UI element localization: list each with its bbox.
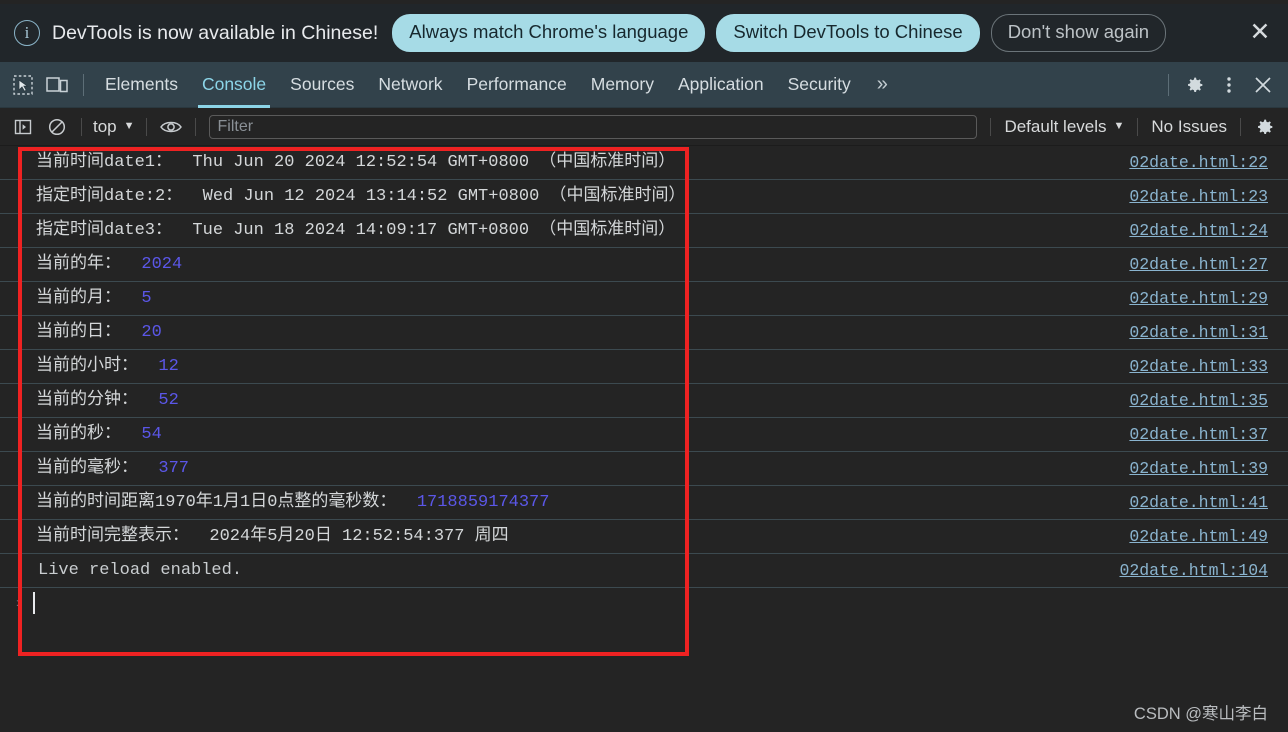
console-message-text: 当前的年： 2024 (36, 254, 183, 274)
console-message-text: 当前的小时： 12 (36, 356, 179, 376)
banner-close-icon[interactable]: ✕ (1246, 19, 1274, 47)
toolbar-divider-1 (81, 117, 82, 136)
always-match-chrome-language-button[interactable]: Always match Chrome's language (392, 13, 706, 53)
source-link[interactable]: 02date.html:27 (1129, 248, 1268, 282)
table-row[interactable]: 当前的日： 20 02date.html:31 (0, 316, 1288, 350)
tab-sources[interactable]: Sources (278, 62, 366, 108)
source-link[interactable]: 02date.html:24 (1129, 214, 1268, 248)
source-link[interactable]: 02date.html:23 (1129, 180, 1268, 214)
source-link[interactable]: 02date.html:37 (1129, 418, 1268, 452)
table-row[interactable]: 当前的时间距离1970年1月1日0点整的毫秒数： 1718859174377 0… (0, 486, 1288, 520)
chevron-down-icon: ▼ (123, 120, 135, 132)
console-prompt[interactable]: › (0, 588, 1288, 648)
console-message-text: 当前的毫秒： 377 (36, 458, 190, 478)
source-link[interactable]: 02date.html:104 (1119, 554, 1268, 588)
console-message-text: 当前时间完整表示： 2024年5月20日 12:52:54:377 周四 (36, 526, 509, 546)
toolbar-divider-4 (990, 117, 992, 136)
prompt-chevron-icon: › (14, 595, 24, 612)
toolbar-divider-6 (1240, 117, 1241, 136)
issues-counter[interactable]: No Issues (1145, 117, 1233, 137)
table-row[interactable]: 当前的秒： 54 02date.html:37 (0, 418, 1288, 452)
switch-devtools-to-chinese-button[interactable]: Switch DevTools to Chinese (716, 13, 980, 53)
source-link[interactable]: 02date.html:22 (1129, 146, 1268, 180)
tab-memory[interactable]: Memory (579, 62, 666, 108)
source-link[interactable]: 02date.html:39 (1129, 452, 1268, 486)
table-row[interactable]: 当前的年： 2024 02date.html:27 (0, 248, 1288, 282)
tab-performance[interactable]: Performance (455, 62, 579, 108)
toolbar-divider-2 (145, 117, 147, 136)
info-circle-icon: i (14, 20, 40, 46)
console-message-text: 指定时间date3： Tue Jun 18 2024 14:09:17 GMT+… (36, 220, 676, 240)
source-link[interactable]: 02date.html:49 (1129, 520, 1268, 554)
language-banner: i DevTools is now available in Chinese! … (0, 4, 1288, 62)
source-link[interactable]: 02date.html:31 (1129, 316, 1268, 350)
console-settings-gear-icon[interactable] (1248, 110, 1282, 144)
table-row[interactable]: 指定时间date3： Tue Jun 18 2024 14:09:17 GMT+… (0, 214, 1288, 248)
log-levels-selector[interactable]: Default levels ▼ (998, 117, 1130, 137)
console-message-text: 当前时间date1： Thu Jun 20 2024 12:52:54 GMT+… (36, 152, 676, 172)
source-link[interactable]: 02date.html:29 (1129, 282, 1268, 316)
table-row[interactable]: Live reload enabled. 02date.html:104 (0, 554, 1288, 588)
source-link[interactable]: 02date.html:41 (1129, 486, 1268, 520)
javascript-context-selector[interactable]: top ▼ (89, 117, 139, 137)
kebab-menu-icon[interactable] (1212, 68, 1246, 102)
banner-message: DevTools is now available in Chinese! (52, 21, 379, 44)
clear-console-icon[interactable] (40, 110, 74, 144)
source-link[interactable]: 02date.html:33 (1129, 350, 1268, 384)
filter-input[interactable] (208, 114, 978, 139)
tab-console[interactable]: Console (190, 62, 278, 108)
csdn-watermark: CSDN @寒山李白 (1133, 705, 1268, 723)
table-row[interactable]: 当前时间date1： Thu Jun 20 2024 12:52:54 GMT+… (0, 146, 1288, 180)
console-message-text: 当前的分钟： 52 (36, 390, 179, 410)
gear-icon[interactable] (1178, 68, 1212, 102)
table-row[interactable]: 当前的分钟： 52 02date.html:35 (0, 384, 1288, 418)
console-message-text: 当前的时间距离1970年1月1日0点整的毫秒数： 1718859174377 (36, 492, 550, 512)
live-expression-eye-icon[interactable] (154, 110, 188, 144)
tabbar-divider (83, 73, 84, 96)
dont-show-again-button[interactable]: Don't show again (990, 13, 1167, 53)
table-row[interactable]: 当前的毫秒： 377 02date.html:39 (0, 452, 1288, 486)
tabbar-right-controls (1159, 68, 1288, 102)
table-row[interactable]: 当前的月： 5 02date.html:29 (0, 282, 1288, 316)
inspect-element-icon[interactable] (6, 68, 40, 102)
close-devtools-icon[interactable] (1246, 68, 1280, 102)
text-cursor (33, 592, 35, 614)
device-toolbar-icon[interactable] (40, 68, 74, 102)
more-tabs-icon[interactable]: » (863, 62, 902, 108)
tab-security[interactable]: Security (776, 62, 863, 108)
console-message-text: 当前的秒： 54 (36, 424, 162, 444)
tab-elements[interactable]: Elements (93, 62, 190, 108)
table-row[interactable]: 当前的小时： 12 02date.html:33 (0, 350, 1288, 384)
toolbar-divider-5 (1137, 117, 1139, 136)
context-label: top (93, 116, 117, 136)
log-levels-label: Default levels (1004, 116, 1107, 136)
console-message-text: 指定时间date:2： Wed Jun 12 2024 13:14:52 GMT… (36, 186, 686, 206)
console-message-text: 当前的月： 5 (36, 288, 152, 308)
toolbar-divider-3 (194, 117, 196, 136)
console-toolbar: top ▼ Default levels ▼ No Issues (0, 108, 1288, 146)
chevron-down-icon: ▼ (1113, 120, 1125, 132)
console-message-list[interactable]: 当前时间date1： Thu Jun 20 2024 12:52:54 GMT+… (0, 146, 1288, 732)
tab-application[interactable]: Application (666, 62, 776, 108)
table-row[interactable]: 当前时间完整表示： 2024年5月20日 12:52:54:377 周四 02d… (0, 520, 1288, 554)
tabbar-right-divider (1168, 73, 1169, 96)
console-message-text: 当前的日： 20 (36, 322, 162, 342)
console-message-text: Live reload enabled. (38, 560, 243, 580)
source-link[interactable]: 02date.html:35 (1129, 384, 1268, 418)
table-row[interactable]: 指定时间date:2： Wed Jun 12 2024 13:14:52 GMT… (0, 180, 1288, 214)
console-sidebar-icon[interactable] (6, 110, 40, 144)
devtools-window: i DevTools is now available in Chinese! … (0, 0, 1288, 732)
tab-network[interactable]: Network (366, 62, 454, 108)
devtools-tabbar: Elements Console Sources Network Perform… (0, 62, 1288, 108)
